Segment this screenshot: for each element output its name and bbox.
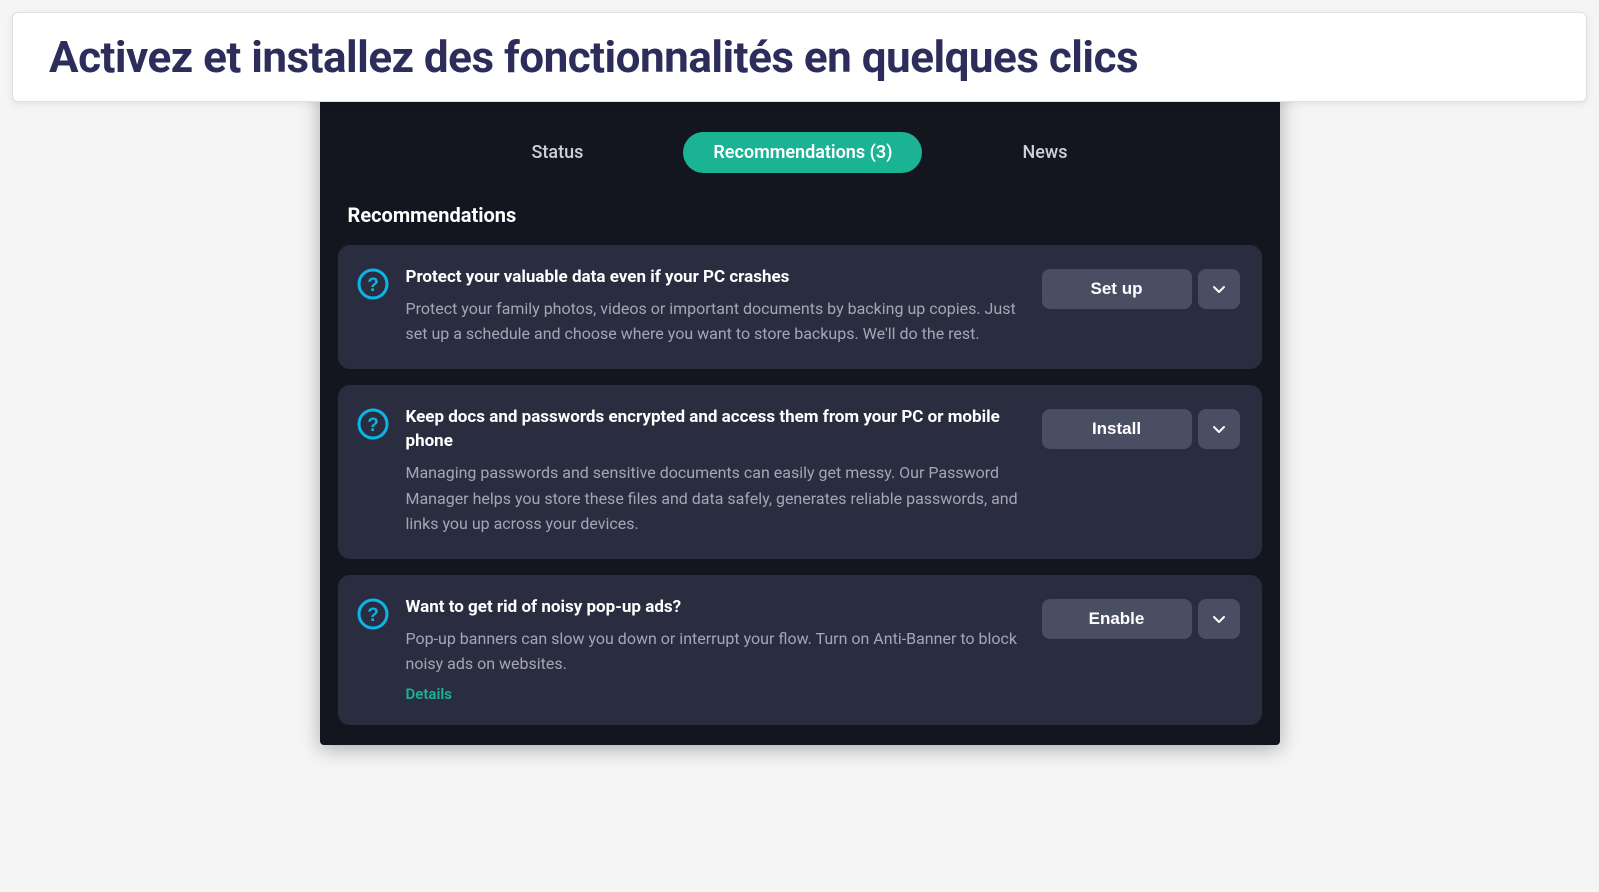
tab-label: Status <box>532 142 584 163</box>
tabs-bar: Status Recommendations (3) News <box>320 122 1280 195</box>
recommendation-card: ? Want to get rid of noisy pop-up ads? P… <box>338 575 1262 725</box>
card-description: Pop-up banners can slow you down or inte… <box>406 626 1026 677</box>
tab-label: Recommendations (3) <box>713 142 892 163</box>
install-button[interactable]: Install <box>1042 409 1192 449</box>
recommendation-list: ? Protect your valuable data even if you… <box>320 245 1280 725</box>
question-circle-icon: ? <box>356 597 390 631</box>
card-title: Want to get rid of noisy pop-up ads? <box>406 595 1026 620</box>
recommendation-card: ? Protect your valuable data even if you… <box>338 245 1262 369</box>
section-title: Recommendations <box>320 195 1280 245</box>
action-dropdown-button[interactable] <box>1198 599 1240 639</box>
card-action-group: Enable <box>1042 599 1240 639</box>
details-link[interactable]: Details <box>406 685 452 703</box>
recommendation-card: ? Keep docs and passwords encrypted and … <box>338 385 1262 559</box>
card-action-group: Set up <box>1042 269 1240 309</box>
card-body: Protect your valuable data even if your … <box>406 265 1026 347</box>
setup-button[interactable]: Set up <box>1042 269 1192 309</box>
chevron-down-icon <box>1211 421 1227 437</box>
card-body: Keep docs and passwords encrypted and ac… <box>406 405 1026 537</box>
tab-recommendations[interactable]: Recommendations (3) <box>683 132 922 173</box>
card-description: Protect your family photos, videos or im… <box>406 296 1026 347</box>
tab-status[interactable]: Status <box>502 132 614 173</box>
card-title: Protect your valuable data even if your … <box>406 265 1026 290</box>
card-title: Keep docs and passwords encrypted and ac… <box>406 405 1026 454</box>
tab-news[interactable]: News <box>992 132 1097 173</box>
enable-button[interactable]: Enable <box>1042 599 1192 639</box>
question-circle-icon: ? <box>356 407 390 441</box>
headline-text: Activez et installez des fonctionnalités… <box>49 31 1550 83</box>
card-action-group: Install <box>1042 409 1240 449</box>
svg-text:?: ? <box>367 275 379 296</box>
question-circle-icon: ? <box>356 267 390 301</box>
headline-banner: Activez et installez des fonctionnalités… <box>12 12 1587 102</box>
action-dropdown-button[interactable] <box>1198 409 1240 449</box>
svg-text:?: ? <box>367 605 379 626</box>
app-window: Status Recommendations (3) News Recommen… <box>320 82 1280 745</box>
card-body: Want to get rid of noisy pop-up ads? Pop… <box>406 595 1026 703</box>
card-description: Managing passwords and sensitive documen… <box>406 460 1026 537</box>
action-dropdown-button[interactable] <box>1198 269 1240 309</box>
chevron-down-icon <box>1211 281 1227 297</box>
tab-label: News <box>1022 142 1067 163</box>
chevron-down-icon <box>1211 611 1227 627</box>
svg-text:?: ? <box>367 415 379 436</box>
